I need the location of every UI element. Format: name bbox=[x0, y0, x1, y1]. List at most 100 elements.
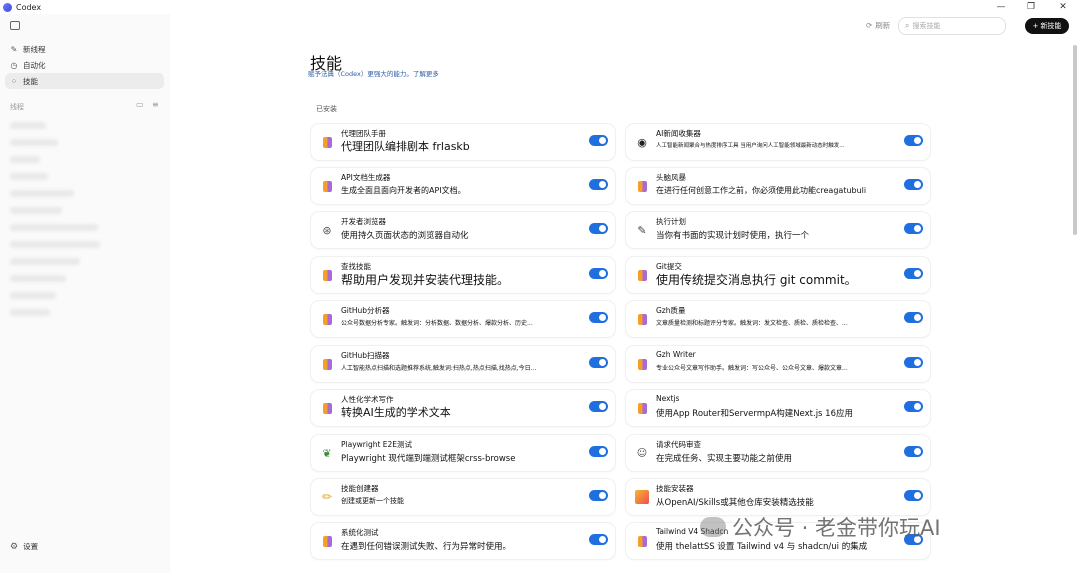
skill-cube-icon bbox=[634, 178, 650, 194]
skill-cube-icon bbox=[634, 267, 650, 283]
skill-card[interactable]: Nextjs 使用App Router和ServermpA构建Next.js 16… bbox=[626, 390, 930, 426]
skill-brush-icon: ✏ bbox=[321, 490, 333, 504]
thread-item[interactable] bbox=[10, 258, 80, 265]
skill-description: 在完成任务、实现主要功能之前使用 bbox=[656, 454, 793, 464]
skill-description: 公众号数据分析专家。触发词：分析数据、数据分析、爆款分析、历史... bbox=[341, 320, 533, 327]
toggle-knob bbox=[599, 448, 606, 455]
skill-card[interactable]: Gzh Writer 专业公众号文章写作助手。触发词：写公众号、公众号文章、爆款文… bbox=[626, 346, 930, 382]
thread-item[interactable] bbox=[10, 292, 56, 299]
minimize-button[interactable]: — bbox=[986, 0, 1016, 14]
skill-card[interactable]: API文档生成器 生成全面且面向开发者的API文档。 bbox=[311, 168, 615, 204]
close-button[interactable]: ✕ bbox=[1048, 0, 1078, 14]
skill-cube-icon bbox=[319, 178, 335, 194]
toggle-knob bbox=[914, 448, 921, 455]
thread-item[interactable] bbox=[10, 241, 100, 248]
thread-item[interactable] bbox=[10, 122, 46, 129]
skill-cube-icon bbox=[319, 533, 335, 549]
skill-name: 系统化测试 bbox=[341, 528, 379, 537]
skill-card[interactable]: 代理团队手册 代理团队编排剧本 frlaskb bbox=[311, 124, 615, 160]
nav-automation[interactable]: ◷ 自动化 bbox=[5, 57, 164, 73]
skill-name: 请求代码审查 bbox=[656, 440, 701, 449]
skill-name: 开发者浏览器 bbox=[341, 217, 386, 226]
restore-button[interactable]: ❐ bbox=[1016, 0, 1046, 14]
skill-enable-toggle[interactable] bbox=[904, 401, 923, 412]
skill-card[interactable]: 人性化学术写作 转换AI生成的学术文本 bbox=[311, 390, 615, 426]
thread-item[interactable] bbox=[10, 275, 66, 282]
toggle-knob bbox=[914, 270, 921, 277]
skill-card[interactable]: GitHub分析器公众号数据分析专家。触发词：分析数据、数据分析、爆款分析、历史… bbox=[311, 301, 615, 337]
skill-cube-icon bbox=[634, 533, 650, 549]
skill-enable-toggle[interactable] bbox=[904, 223, 923, 234]
skill-card[interactable]: Git提交 使用传统提交消息执行 git commit。 bbox=[626, 257, 930, 293]
skill-enable-toggle[interactable] bbox=[589, 312, 608, 323]
skill-description: 使用持久页面状态的浏览器自动化 bbox=[341, 231, 469, 241]
skill-enable-toggle[interactable] bbox=[904, 490, 923, 501]
skill-card[interactable]: GitHub扫描器 人工智能热点扫描和选题推荐系统,触发词:扫热点,热点扫描,找热… bbox=[311, 346, 615, 382]
skill-enable-toggle[interactable] bbox=[904, 312, 923, 323]
nav-new-thread[interactable]: ✎ 新线程 bbox=[5, 41, 164, 57]
skill-name: GitHub分析器 bbox=[341, 306, 390, 315]
page-subtitle-link[interactable]: 赋予法典（Codex）更强大的能力。了解更多 bbox=[308, 68, 439, 78]
refresh-label: 刷新 bbox=[875, 21, 891, 30]
skill-card[interactable]: 技能安装器 从OpenAI/Skills或其他仓库安装精选技能 bbox=[626, 479, 930, 515]
toggle-knob bbox=[599, 359, 606, 366]
new-skill-button[interactable]: + 新技能 bbox=[1025, 18, 1069, 34]
installed-section-label: 已安装 bbox=[316, 105, 337, 113]
skill-name: Nextjs bbox=[656, 394, 680, 403]
skill-card[interactable]: ☺ 请求代码审查 在完成任务、实现主要功能之前使用 bbox=[626, 435, 930, 471]
app-logo-icon bbox=[3, 2, 12, 12]
skill-card[interactable]: 头脑风暴 在进行任何创意工作之前，你必须使用此功能creagatubuli bbox=[626, 168, 930, 204]
skill-card[interactable]: ⊛ 开发者浏览器 使用持久页面状态的浏览器自动化 bbox=[311, 212, 615, 248]
thread-item[interactable] bbox=[10, 207, 62, 214]
skill-enable-toggle[interactable] bbox=[589, 268, 608, 279]
search-box[interactable]: ⌕ bbox=[898, 17, 1006, 35]
skill-enable-toggle[interactable] bbox=[904, 179, 923, 190]
skill-cube-icon bbox=[319, 311, 335, 327]
sidebar-toggle-icon[interactable] bbox=[10, 21, 20, 30]
thread-item[interactable] bbox=[10, 224, 98, 231]
skill-card[interactable]: ✏ 技能创建器 创建或更新一个技能 bbox=[311, 479, 615, 515]
skill-card[interactable]: Gzh质量 文章质量检测和标题评分专家。触发词：发文检查、质检、质检检查、... bbox=[626, 301, 930, 337]
search-icon: ⌕ bbox=[905, 21, 910, 30]
skill-card[interactable]: 系统化测试 在遇到任何错误测试失败、行为异常时使用。 bbox=[311, 523, 615, 559]
skill-name: GitHub扫描器 bbox=[341, 351, 390, 360]
skill-name: API文档生成器 bbox=[341, 173, 391, 182]
skill-card[interactable]: ◉ AI新闻收集器 人工智能新闻聚合与热度排序工具 当用户询问人工智能领域最新动态时… bbox=[626, 124, 930, 160]
toggle-knob bbox=[599, 181, 606, 188]
thread-item[interactable] bbox=[10, 173, 48, 180]
wechat-icon bbox=[700, 517, 726, 537]
skill-card[interactable]: ✎ 执行计划 当你有书面的实现计划时使用，执行一个 bbox=[626, 212, 930, 248]
scrollbar[interactable] bbox=[1073, 45, 1077, 235]
skill-enable-toggle[interactable] bbox=[904, 357, 923, 368]
skill-pencil-icon: ✎ bbox=[637, 223, 647, 237]
skill-enable-toggle[interactable] bbox=[904, 446, 923, 457]
skill-enable-toggle[interactable] bbox=[589, 357, 608, 368]
search-input[interactable] bbox=[912, 22, 993, 30]
skill-enable-toggle[interactable] bbox=[589, 401, 608, 412]
thread-item[interactable] bbox=[10, 156, 40, 163]
thread-item[interactable] bbox=[10, 139, 58, 146]
skill-card[interactable]: 查找技能 帮助用户发现并安装代理技能。 bbox=[311, 257, 615, 293]
nav-skills-label: 技能 bbox=[23, 76, 38, 86]
skill-enable-toggle[interactable] bbox=[589, 179, 608, 190]
refresh-button[interactable]: ⟳ 刷新 bbox=[866, 20, 890, 31]
skill-card[interactable]: ❦ Playwright E2E测试 Playwright 现代端到端测试框架crs… bbox=[311, 435, 615, 471]
thread-item[interactable] bbox=[10, 190, 74, 197]
settings-button[interactable]: ⚙ 设置 bbox=[10, 541, 38, 552]
skill-github-icon: ◉ bbox=[637, 135, 647, 149]
thread-item[interactable] bbox=[10, 309, 50, 316]
skill-enable-toggle[interactable] bbox=[589, 490, 608, 501]
skill-description: Playwright 现代端到端测试框架crss-browse bbox=[341, 454, 516, 464]
skill-enable-toggle[interactable] bbox=[589, 446, 608, 457]
toggle-knob bbox=[914, 225, 921, 232]
nav-skills[interactable]: ⁘ 技能 bbox=[5, 73, 164, 89]
skill-description: 使用传统提交消息执行 git commit。 bbox=[656, 273, 857, 287]
filter-icon[interactable]: ≡ bbox=[152, 100, 159, 109]
skill-enable-toggle[interactable] bbox=[589, 534, 608, 545]
skill-enable-toggle[interactable] bbox=[589, 223, 608, 234]
skill-enable-toggle[interactable] bbox=[904, 268, 923, 279]
new-folder-icon[interactable]: ▭ bbox=[136, 100, 144, 109]
skill-enable-toggle[interactable] bbox=[589, 135, 608, 146]
settings-gear-icon: ⚙ bbox=[10, 541, 19, 552]
skill-enable-toggle[interactable] bbox=[904, 135, 923, 146]
